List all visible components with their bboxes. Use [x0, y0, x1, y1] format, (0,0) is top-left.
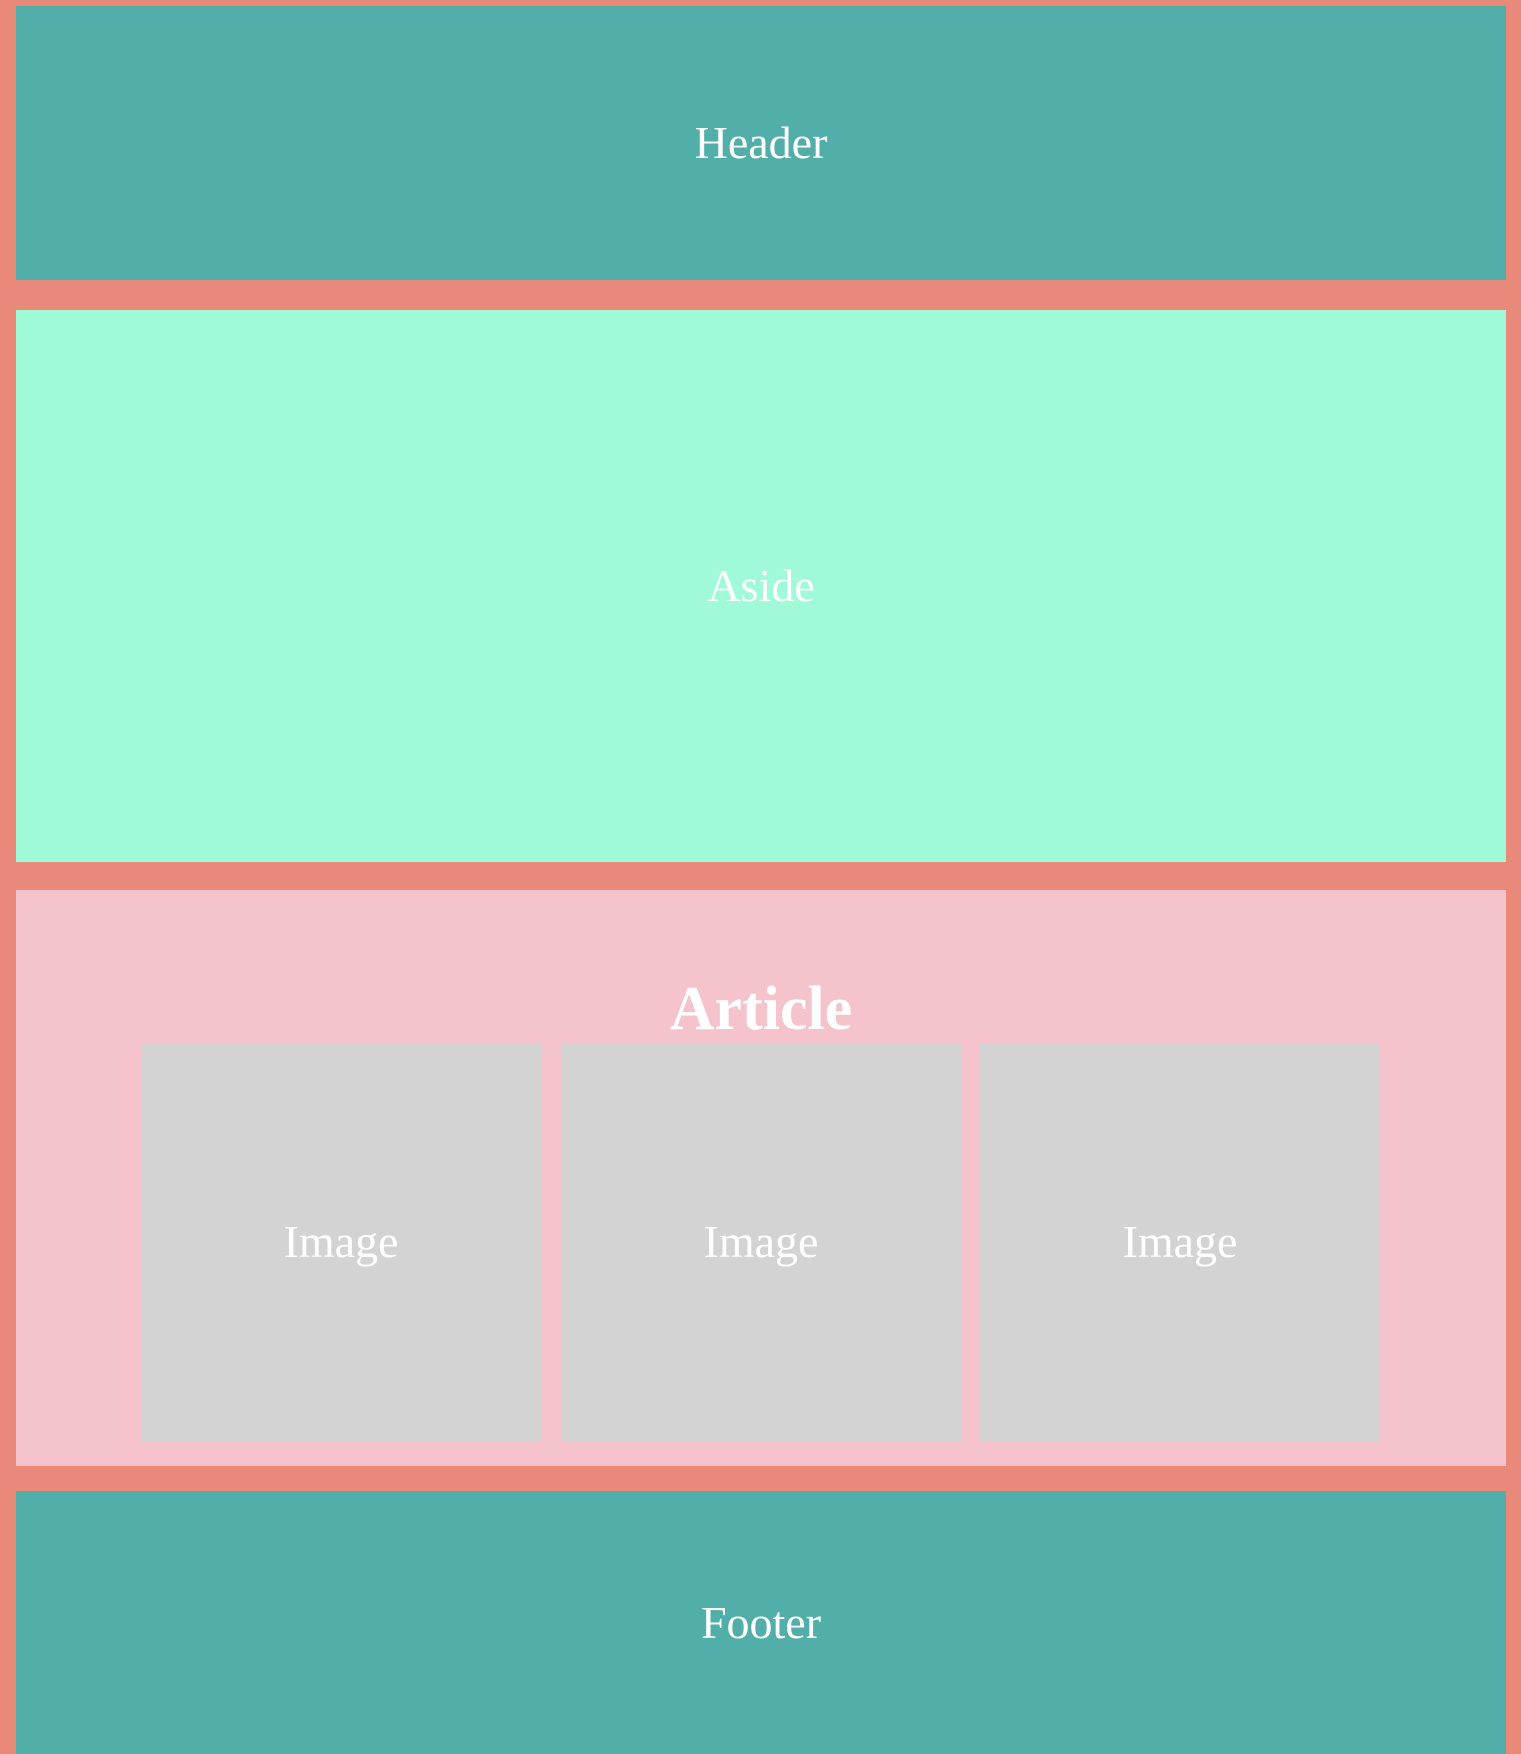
- aside-section: Aside: [16, 310, 1506, 862]
- footer-label: Footer: [700, 1596, 822, 1648]
- footer-section: Footer: [16, 1491, 1506, 1754]
- image-label: Image: [1122, 1216, 1238, 1267]
- image-placeholder: Image: [561, 1043, 961, 1441]
- image-label: Image: [283, 1216, 399, 1267]
- article-title: Article: [669, 974, 853, 1043]
- page-background: { "header": {"label": "Header"}, "aside"…: [0, 0, 1521, 1754]
- header-label: Header: [694, 117, 828, 168]
- image-label: Image: [703, 1216, 819, 1267]
- image-placeholder: Image: [980, 1043, 1380, 1441]
- aside-label: Aside: [707, 560, 815, 611]
- article-section: Article Image Image Image: [16, 890, 1506, 1466]
- layout-container: Header Aside Article Image Image Image F…: [16, 6, 1506, 1754]
- header-section: Header: [16, 6, 1506, 280]
- image-placeholder: Image: [141, 1043, 541, 1441]
